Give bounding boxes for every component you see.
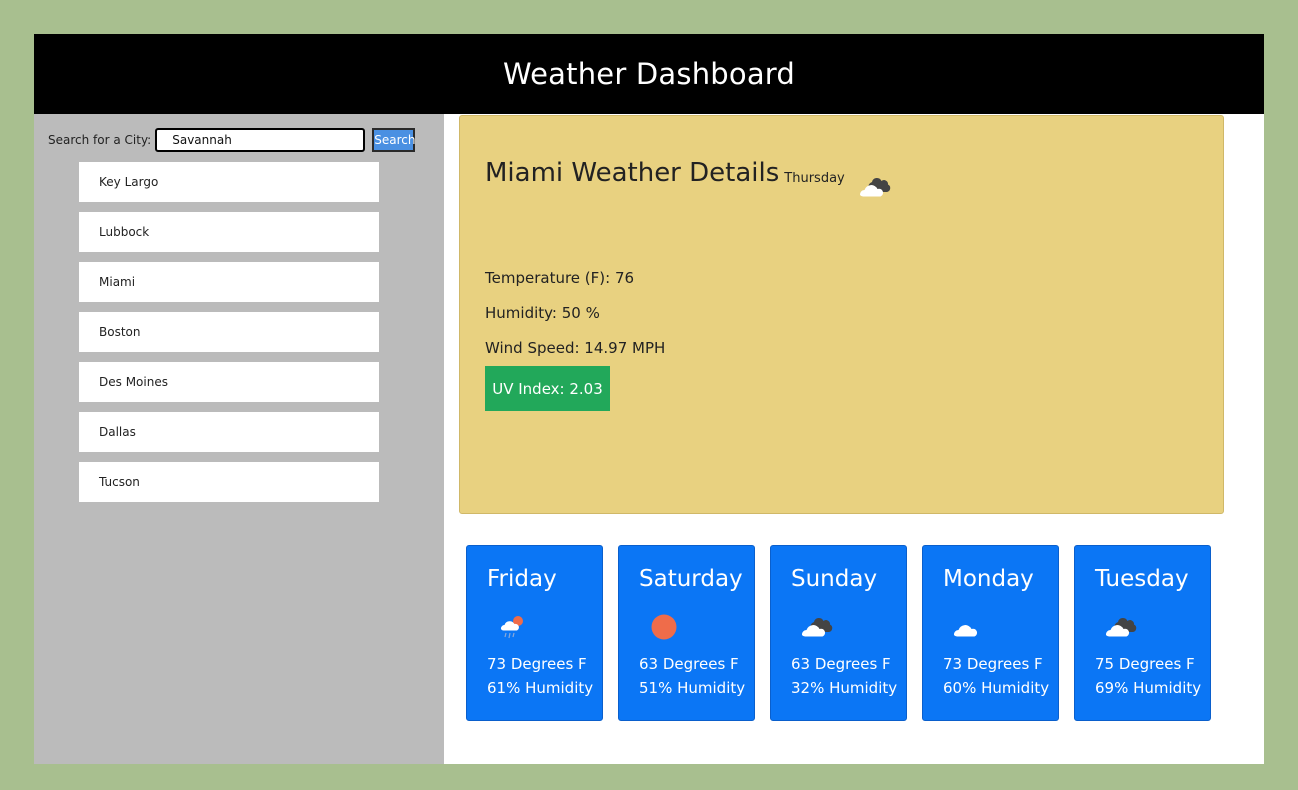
forecast-day: Sunday: [791, 566, 878, 592]
forecast-temperature: 63 Degrees F: [639, 655, 739, 673]
forecast-humidity: 60% Humidity: [943, 679, 1050, 697]
city-item-tucson[interactable]: Tucson: [79, 462, 379, 502]
broken-clouds-icon: [855, 172, 895, 206]
city-item-key-largo[interactable]: Key Largo: [79, 162, 379, 202]
forecast-day: Monday: [943, 566, 1034, 592]
current-wind-speed: Wind Speed: 14.97 MPH: [485, 339, 666, 357]
city-item-miami[interactable]: Miami: [79, 262, 379, 302]
current-weather-panel: Miami Weather Details Thursday Temperatu…: [459, 115, 1224, 514]
rain-icon: [497, 612, 529, 646]
forecast-humidity: 69% Humidity: [1095, 679, 1202, 697]
forecast-card: Friday 73 Degrees F 61% Humidity: [466, 545, 603, 721]
current-title: Miami Weather Details: [485, 158, 780, 188]
forecast-temperature: 63 Degrees F: [791, 655, 891, 673]
uv-index-badge: UV Index: 2.03: [485, 366, 610, 411]
search-label: Search for a City:: [48, 133, 152, 147]
forecast-humidity: 61% Humidity: [487, 679, 594, 697]
forecast-day: Friday: [487, 566, 557, 592]
search-row: Search for a City: Search: [48, 128, 415, 152]
forecast-card: Saturday 63 Degrees F 51% Humidity: [618, 545, 755, 721]
forecast-day: Tuesday: [1095, 566, 1189, 592]
app-window: Weather Dashboard Search for a City: Sea…: [34, 34, 1264, 764]
forecast-card: Monday 73 Degrees F 60% Humidity: [922, 545, 1059, 721]
broken-clouds-icon: [797, 612, 837, 646]
search-input[interactable]: [155, 128, 366, 152]
forecast-temperature: 75 Degrees F: [1095, 655, 1195, 673]
sun-icon: [649, 612, 681, 646]
city-list: Key Largo Lubbock Miami Boston Des Moine…: [79, 162, 379, 512]
broken-clouds-icon: [1101, 612, 1141, 646]
city-item-lubbock[interactable]: Lubbock: [79, 212, 379, 252]
forecast-temperature: 73 Degrees F: [943, 655, 1043, 673]
page-header: Weather Dashboard: [34, 34, 1264, 114]
forecast-card: Sunday 63 Degrees F 32% Humidity: [770, 545, 907, 721]
search-button[interactable]: Search: [372, 128, 415, 152]
city-item-dallas[interactable]: Dallas: [79, 412, 379, 452]
forecast-humidity: 51% Humidity: [639, 679, 746, 697]
forecast-card: Tuesday 75 Degrees F 69% Humidity: [1074, 545, 1211, 721]
cloud-icon: [949, 612, 989, 646]
city-item-boston[interactable]: Boston: [79, 312, 379, 352]
current-title-row: Miami Weather Details Thursday: [485, 158, 895, 206]
sidebar: Search for a City: Search Key Largo Lubb…: [34, 114, 444, 764]
forecast-day: Saturday: [639, 566, 743, 592]
forecast-humidity: 32% Humidity: [791, 679, 898, 697]
current-humidity: Humidity: 50 %: [485, 304, 600, 322]
page-title: Weather Dashboard: [502, 57, 796, 91]
forecast-temperature: 73 Degrees F: [487, 655, 587, 673]
forecast-row: Friday 73 Degrees F 61% Humidity Saturda…: [466, 545, 1226, 721]
current-temperature: Temperature (F): 76: [485, 269, 635, 287]
current-day: Thursday: [784, 171, 845, 186]
city-item-des-moines[interactable]: Des Moines: [79, 362, 379, 402]
